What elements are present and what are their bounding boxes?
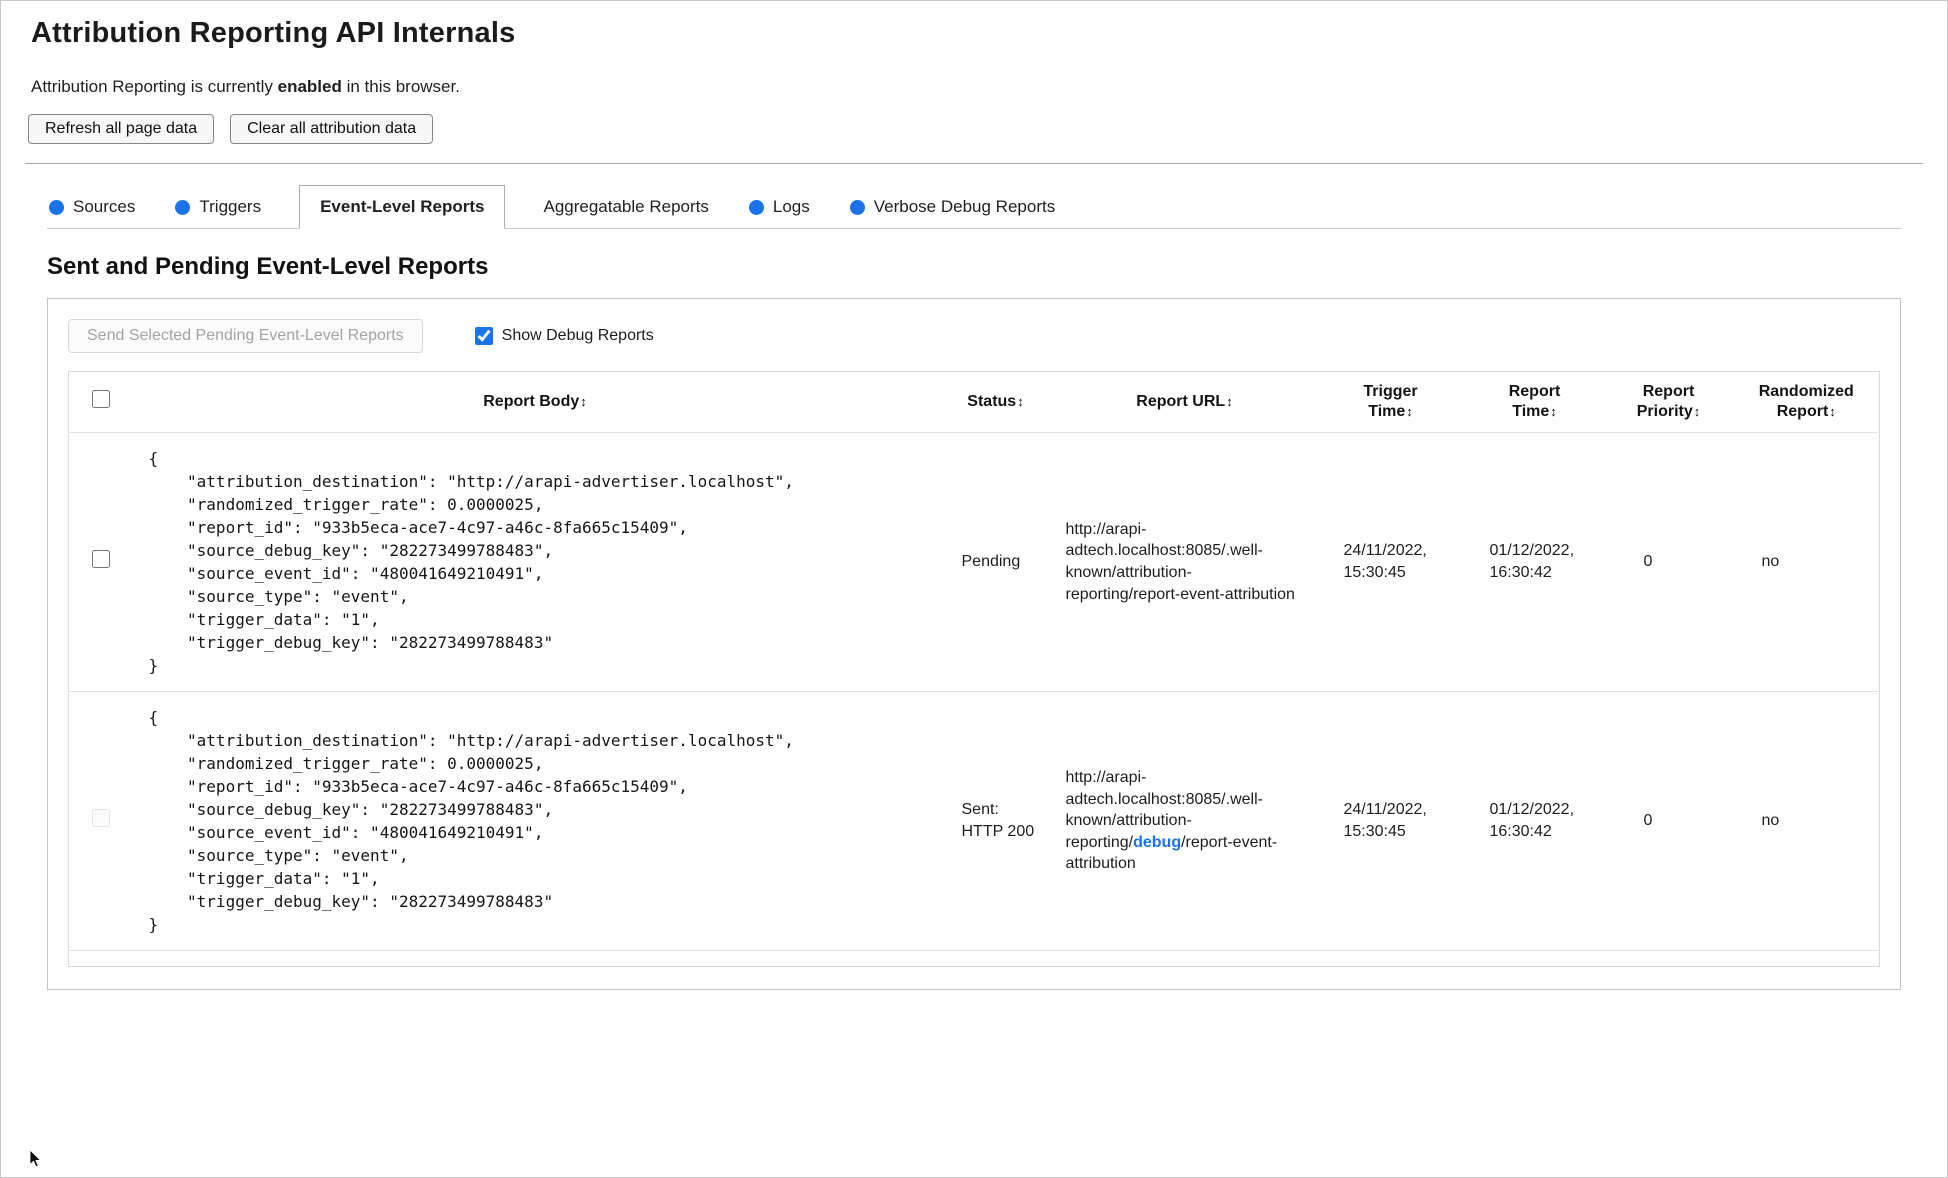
- status-text-suffix: in this browser.: [341, 77, 460, 96]
- table-footer-row: [69, 951, 1880, 967]
- event-level-reports-table: Report Body↕ Status↕ Report URL↕ Trigger…: [68, 371, 1880, 967]
- page-title: Attribution Reporting API Internals: [31, 17, 516, 49]
- randomized-report-cell: no: [1733, 691, 1880, 951]
- tab-label: Event-Level Reports: [320, 197, 485, 216]
- randomized-report-cell: no: [1733, 432, 1880, 692]
- report-body-json: { "attribution_destination": "http://ara…: [148, 449, 794, 675]
- tab-label: Sources: [73, 197, 136, 216]
- status-line: Attribution Reporting is currently enabl…: [31, 77, 1919, 97]
- attribution-internals-page: Attribution Reporting API Internals Attr…: [0, 0, 1948, 1178]
- column-header-label: Report Body: [483, 393, 580, 410]
- sort-icon: ↕: [1550, 404, 1557, 419]
- mouse-cursor-icon: [29, 1149, 42, 1168]
- column-header-label: Report URL: [1136, 393, 1226, 410]
- clear-all-attribution-data-button[interactable]: Clear all attribution data: [230, 114, 434, 144]
- tab-label: Triggers: [199, 197, 262, 216]
- column-header-status[interactable]: Status↕: [937, 371, 1054, 433]
- table-footer-spacer: [69, 951, 1880, 967]
- show-debug-reports-checkbox[interactable]: [474, 327, 493, 345]
- column-header-trigger-time[interactable]: Trigger Time↕: [1315, 371, 1466, 433]
- sort-icon: ↕: [1829, 404, 1836, 419]
- report-body-cell: { "attribution_destination": "http://ara…: [132, 432, 938, 692]
- tab-event-level-reports[interactable]: Event-Level Reports: [299, 185, 506, 229]
- sort-icon: ↕: [1017, 394, 1024, 409]
- tab-sources[interactable]: Sources: [47, 186, 137, 228]
- send-selected-reports-button[interactable]: Send Selected Pending Event-Level Report…: [68, 319, 423, 353]
- sort-icon: ↕: [1693, 404, 1701, 419]
- show-debug-reports-label: Show Debug Reports: [501, 327, 654, 344]
- blue-dot-icon: [748, 199, 764, 215]
- row-select-checkbox[interactable]: [91, 549, 110, 568]
- select-all-checkbox[interactable]: [91, 390, 110, 408]
- top-buttons: Refresh all page data Clear all attribut…: [28, 114, 1919, 144]
- tab-label: Logs: [772, 197, 810, 216]
- report-time-cell: 01/12/2022, 16:30:42: [1465, 691, 1604, 951]
- sort-icon: ↕: [580, 394, 587, 409]
- status-text-prefix: Attribution Reporting is currently: [31, 77, 278, 96]
- section-heading: Sent and Pending Event-Level Reports: [47, 253, 489, 280]
- column-header-label: Randomized Report: [1758, 383, 1854, 420]
- column-header-label: Status: [967, 393, 1017, 410]
- row-select-checkbox: [91, 808, 110, 827]
- tab-aggregatable-reports[interactable]: Aggregatable Reports: [541, 186, 710, 228]
- main-content: Sources Triggers Event-Level Reports Agg…: [1, 185, 1947, 990]
- tab-logs[interactable]: Logs: [747, 186, 812, 228]
- header-divider: [25, 163, 1923, 164]
- debug-url-segment: debug: [1133, 833, 1182, 851]
- column-header-randomized-report[interactable]: Randomized Report↕: [1733, 371, 1880, 433]
- report-time-cell: 01/12/2022, 16:30:42: [1465, 432, 1604, 692]
- tab-verbose-debug-reports[interactable]: Verbose Debug Reports: [848, 186, 1057, 228]
- show-debug-reports-toggle[interactable]: Show Debug Reports: [474, 327, 654, 345]
- row-select-cell: [68, 691, 133, 951]
- blue-dot-icon: [49, 199, 64, 215]
- event-level-reports-panel: Send Selected Pending Event-Level Report…: [47, 298, 1901, 990]
- trigger-time-cell: 24/11/2022, 15:30:45: [1315, 432, 1466, 692]
- status-cell: Pending: [937, 432, 1054, 692]
- row-select-cell: [68, 432, 133, 692]
- report-row: { "attribution_destination": "http://ara…: [68, 432, 1880, 692]
- column-header-report-time[interactable]: Report Time↕: [1465, 371, 1604, 433]
- column-header-report-url[interactable]: Report URL↕: [1053, 371, 1316, 433]
- report-body-cell: { "attribution_destination": "http://ara…: [132, 691, 938, 951]
- report-priority-cell: 0: [1603, 691, 1734, 951]
- blue-dot-icon: [849, 199, 865, 215]
- report-url-cell: http://arapi-adtech.localhost:8085/.well…: [1053, 691, 1316, 951]
- select-all-header-cell: [68, 371, 133, 433]
- table-header-row: Report Body↕ Status↕ Report URL↕ Trigger…: [68, 371, 1880, 433]
- sort-icon: ↕: [1226, 394, 1233, 409]
- report-body-json: { "attribution_destination": "http://ara…: [148, 708, 794, 934]
- column-header-report-priority[interactable]: Report Priority↕: [1603, 371, 1734, 433]
- report-url-text: http://arapi-adtech.localhost:8085/.well…: [1065, 520, 1295, 603]
- report-url-cell: http://arapi-adtech.localhost:8085/.well…: [1053, 432, 1316, 692]
- refresh-all-page-data-button[interactable]: Refresh all page data: [28, 114, 215, 144]
- column-header-label: Report Priority: [1636, 383, 1695, 420]
- report-row: { "attribution_destination": "http://ara…: [68, 691, 1880, 951]
- panel-controls: Send Selected Pending Event-Level Report…: [68, 319, 1880, 353]
- status-cell: Sent: HTTP 200: [937, 691, 1054, 951]
- tab-bar: Sources Triggers Event-Level Reports Agg…: [47, 185, 1901, 229]
- page-header: Attribution Reporting API Internals Attr…: [1, 1, 1947, 144]
- tab-label: Aggregatable Reports: [543, 197, 709, 216]
- column-header-report-body[interactable]: Report Body↕: [132, 371, 938, 433]
- sort-icon: ↕: [1406, 404, 1413, 419]
- tab-triggers[interactable]: Triggers: [173, 186, 263, 228]
- tab-label: Verbose Debug Reports: [873, 197, 1056, 216]
- blue-dot-icon: [175, 199, 191, 215]
- trigger-time-cell: 24/11/2022, 15:30:45: [1315, 691, 1466, 951]
- status-enabled-text: enabled: [277, 77, 342, 96]
- report-priority-cell: 0: [1603, 432, 1734, 692]
